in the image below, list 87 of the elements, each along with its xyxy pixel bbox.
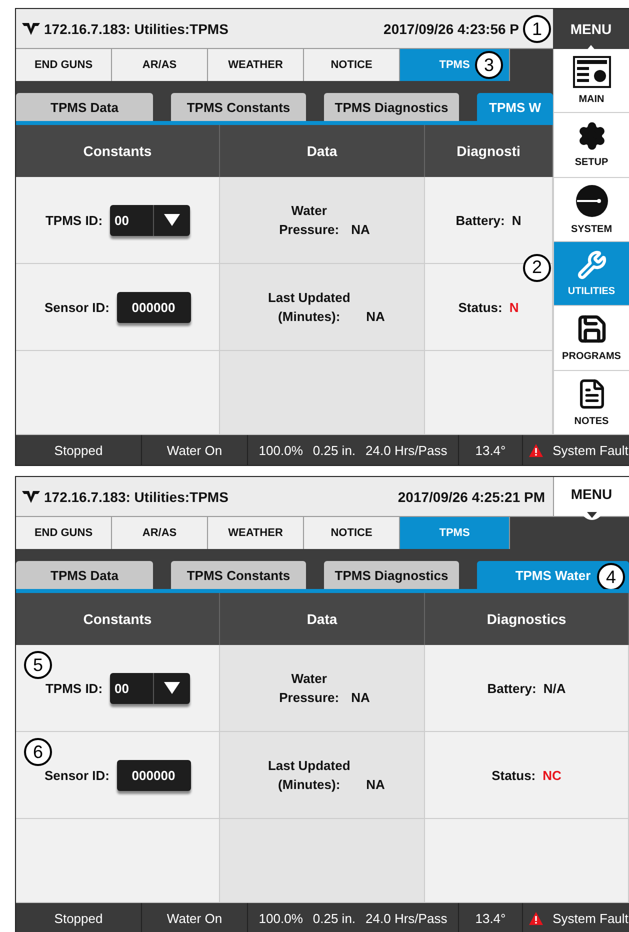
column-header: Constants xyxy=(16,125,220,177)
diagnostic-label: Battery: xyxy=(456,212,505,228)
diagnostic-value: N xyxy=(509,300,519,314)
diagnostic-label: Status: xyxy=(458,300,502,314)
warning-icon xyxy=(528,912,543,924)
menu-item[interactable]: MAIN xyxy=(553,49,629,114)
status-text: 13.4° xyxy=(475,910,506,926)
tab[interactable]: END GUNS xyxy=(16,49,112,81)
field-label: TPMS ID: xyxy=(45,212,103,228)
data-value: NA xyxy=(351,690,370,705)
status-text: 13.4° xyxy=(475,442,506,458)
diagnostic-label: Battery: xyxy=(487,680,536,696)
column-header: Data xyxy=(220,593,425,645)
data-value: NA xyxy=(366,309,385,324)
status-text: 100.0% xyxy=(258,910,303,926)
input-field[interactable]: 000000 xyxy=(116,760,190,790)
dropdown[interactable]: 00 xyxy=(110,204,190,236)
wrench-icon xyxy=(576,250,606,280)
tab[interactable]: NOTICE xyxy=(304,49,400,81)
status-text: System Fault xyxy=(552,910,628,926)
tab[interactable]: AR/AS xyxy=(112,517,208,549)
menu-item[interactable]: SYSTEM xyxy=(553,178,629,242)
data-label: Last Updated (Minutes): xyxy=(266,289,352,326)
column-header: Constants xyxy=(16,593,220,645)
diagnostic-label: Status: xyxy=(492,768,536,782)
tab[interactable]: TPMS 3 xyxy=(400,49,510,81)
input-field[interactable]: 000000 xyxy=(116,292,190,322)
callout-number: 4 xyxy=(597,563,625,589)
status-text: System Fault xyxy=(552,442,628,458)
tab[interactable]: WEATHER xyxy=(208,49,304,81)
status-text: Stopped xyxy=(54,442,103,458)
sub-tab[interactable]: TPMS W xyxy=(477,93,553,121)
menu-item[interactable]: SETUP xyxy=(553,113,629,178)
menu-item[interactable]: PROGRAMS xyxy=(553,306,629,371)
tab[interactable]: TPMS xyxy=(400,517,510,549)
status-text: Water On xyxy=(166,442,222,458)
diagnostic-value: N/A xyxy=(543,680,566,696)
tab[interactable]: AR/AS xyxy=(112,49,208,81)
status-text: 0.25 in. xyxy=(312,442,356,458)
logo-icon xyxy=(22,490,40,504)
data-label: Last Updated (Minutes): xyxy=(266,757,352,794)
data-value: NA xyxy=(366,777,385,792)
tab[interactable]: END GUNS xyxy=(16,517,112,549)
tab[interactable]: WEATHER xyxy=(208,517,304,549)
status-text: Water On xyxy=(166,910,222,926)
diagnostic-value: NC xyxy=(542,768,562,782)
status-text: 24.0 Hrs/Pass xyxy=(366,442,448,458)
field-label: Sensor ID: xyxy=(44,300,110,314)
dropdown[interactable]: 00 xyxy=(110,672,190,704)
column-header: Data xyxy=(220,125,425,177)
sub-tab[interactable]: TPMS Data xyxy=(16,561,153,589)
settings-icon xyxy=(576,121,606,152)
sub-tab[interactable]: TPMS Constants xyxy=(171,93,306,121)
callout-number: 6 xyxy=(24,738,52,766)
sub-tab[interactable]: TPMS Diagnostics xyxy=(324,93,459,121)
field-label: Sensor ID: xyxy=(44,768,110,782)
gauge-dial-icon xyxy=(574,184,608,218)
logo-icon xyxy=(22,22,40,36)
callout-number: 3 xyxy=(475,51,503,79)
data-label: Water Pressure: xyxy=(278,670,340,707)
status-text: 24.0 Hrs/Pass xyxy=(366,910,448,926)
window-title: 172.16.7.183: Utilities:TPMS xyxy=(44,20,228,36)
caret-icon xyxy=(164,682,180,694)
menu-item[interactable]: NOTES xyxy=(553,370,629,435)
callout-number: 5 xyxy=(24,651,52,679)
status-text: 100.0% xyxy=(258,442,303,458)
column-header: Diagnostics xyxy=(425,593,629,645)
sub-tab[interactable]: TPMS Constants xyxy=(171,561,306,589)
monitor-panel-icon xyxy=(572,56,610,88)
column-header: Diagnosti xyxy=(425,125,553,177)
date-time: 2017/09/26 4:23:56 P xyxy=(384,20,519,36)
sub-tab[interactable]: TPMS Data xyxy=(16,93,153,121)
sub-tab[interactable]: TPMS Diagnostics xyxy=(324,561,459,589)
status-text: Stopped xyxy=(54,910,103,926)
window-title: 172.16.7.183: Utilities:TPMS xyxy=(44,488,228,504)
date-time: 2017/09/26 4:25:21 PM xyxy=(398,488,546,504)
warning-icon xyxy=(528,444,543,456)
menu-header[interactable]: MENU xyxy=(553,9,629,49)
sub-tab[interactable]: TPMS Water 4 xyxy=(477,561,629,589)
tab[interactable]: NOTICE xyxy=(304,517,400,549)
status-text: 0.25 in. xyxy=(312,910,356,926)
menu-item[interactable]: UTILITIES xyxy=(553,242,629,306)
data-value: NA xyxy=(351,222,370,237)
data-label: Water Pressure: xyxy=(278,202,340,239)
diagnostic-value: N xyxy=(512,212,522,228)
caret-icon xyxy=(164,214,180,226)
field-label: TPMS ID: xyxy=(45,680,103,696)
